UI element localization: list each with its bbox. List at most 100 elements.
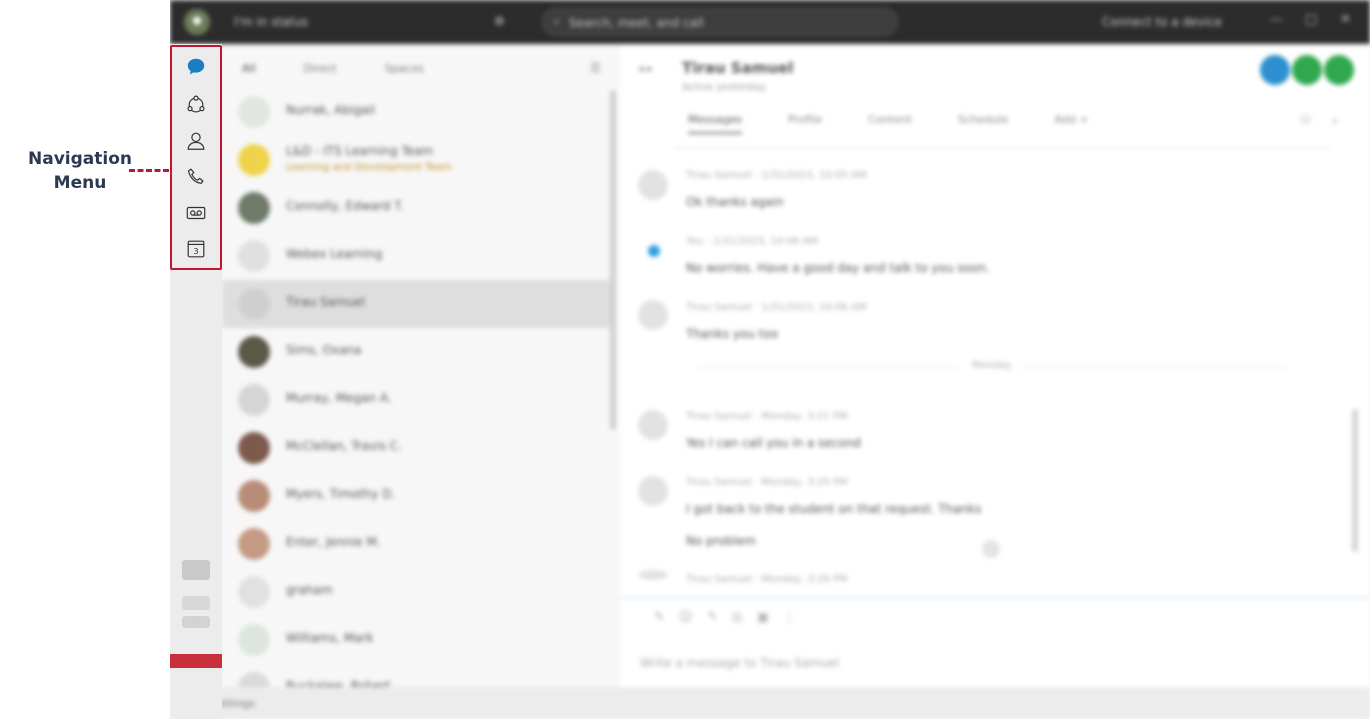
message-meta: Tirau Samuel · 1/31/2023, 10:06 AM xyxy=(686,302,867,313)
list-item[interactable]: Nurrak, Abigail xyxy=(222,88,614,136)
chat-subtitle: Active yesterday xyxy=(682,82,766,93)
avatar xyxy=(238,528,270,560)
annotation-area: Navigation Menu xyxy=(0,0,170,719)
call-button[interactable] xyxy=(1260,55,1290,85)
tab-add[interactable]: Add + xyxy=(1054,113,1088,134)
avatar xyxy=(238,288,270,320)
conversation-team: Learning and Development Team xyxy=(286,162,452,173)
annotation-label-line1: Navigation xyxy=(28,149,132,169)
conversation-name: Enter, Jennie M. xyxy=(286,535,381,549)
format-icon[interactable]: ✎ xyxy=(654,610,665,625)
avatar xyxy=(238,240,270,272)
close-icon[interactable]: ✕ xyxy=(1340,12,1351,27)
filter-icon[interactable]: ☰ xyxy=(590,61,601,75)
conversation-name: graham xyxy=(286,583,333,597)
avatar xyxy=(238,336,270,368)
list-item[interactable]: graham xyxy=(222,568,614,616)
chat-scrollbar[interactable] xyxy=(1352,409,1358,552)
conversation-list: All Direct Spaces ☰ Nurrak, Abigail L&D … xyxy=(222,44,620,704)
tab-messages[interactable]: Messages xyxy=(688,113,742,134)
avatar xyxy=(238,432,270,464)
gif-icon[interactable]: ◎ xyxy=(731,610,742,625)
compose-toolbar: ✎ ☺ ↰ ◎ ▣ ⋮ xyxy=(654,610,796,625)
more-icon[interactable]: ⋮ xyxy=(783,610,796,625)
title-bar: I'm in status ⊕ ⌕ Connect to a device — … xyxy=(170,0,1370,44)
conversation-name: Connolly, Edward T. xyxy=(286,199,404,213)
connect-device-link[interactable]: Connect to a device xyxy=(1102,15,1222,29)
list-item-selected[interactable]: Tirau Samuel xyxy=(222,280,614,328)
day-divider-left xyxy=(696,367,960,368)
day-divider-right xyxy=(1022,367,1288,368)
list-item[interactable]: Enter, Jennie M. xyxy=(222,520,614,568)
status-text[interactable]: I'm in status xyxy=(234,15,308,29)
alert-banner[interactable] xyxy=(170,654,222,668)
conversation-name: L&D - ITS Learning Team xyxy=(286,144,434,158)
avatar xyxy=(238,480,270,512)
tab-schedule[interactable]: Schedule xyxy=(958,113,1009,134)
tab-profile[interactable]: Profile xyxy=(788,113,822,134)
message-text: I got back to the student on that reques… xyxy=(686,502,982,516)
avatar xyxy=(238,192,270,224)
compose-icon[interactable]: ⊕ xyxy=(494,14,505,29)
minimize-icon[interactable]: — xyxy=(1270,12,1283,27)
list-item[interactable]: L&D - ITS Learning Team Learning and Dev… xyxy=(222,136,614,184)
apps-icon[interactable] xyxy=(182,560,210,580)
message-text: No worries. Have a good day and talk to … xyxy=(686,261,990,275)
filter-direct[interactable]: Direct xyxy=(304,62,337,75)
compose-divider xyxy=(620,597,1370,599)
profile-avatar[interactable] xyxy=(184,9,210,35)
screenshot-root: Navigation Menu I'm in status ⊕ ⌕ Connec… xyxy=(0,0,1370,719)
webex-app-window: I'm in status ⊕ ⌕ Connect to a device — … xyxy=(170,0,1370,719)
filter-spaces[interactable]: Spaces xyxy=(385,62,424,75)
back-arrow-icon[interactable]: ◂ ▸ xyxy=(638,62,653,75)
own-status-dot xyxy=(648,245,660,257)
message-input[interactable] xyxy=(640,653,1340,673)
avatar xyxy=(238,144,270,176)
list-filters: All Direct Spaces xyxy=(242,62,424,75)
footer-bar: Call Settings xyxy=(170,687,1370,719)
navigation-menu-annotation: Navigation Menu xyxy=(20,147,140,195)
message-meta: Tirau Samuel · Monday, 3:25 PM xyxy=(686,477,848,488)
filter-all[interactable]: All xyxy=(242,62,256,75)
attach-icon[interactable]: ▣ xyxy=(757,610,769,625)
message-text: Thanks you too xyxy=(686,327,779,341)
help-icon[interactable] xyxy=(182,596,210,610)
maximize-icon[interactable]: □ xyxy=(1305,12,1317,27)
conversation-name: McClellan, Travis C. xyxy=(286,439,402,453)
list-item[interactable]: Sims, Oxana xyxy=(222,328,614,376)
tab-divider xyxy=(674,147,1330,148)
chat-title: Tirau Samuel xyxy=(682,59,794,77)
list-scrollbar[interactable] xyxy=(610,90,616,430)
list-item[interactable]: Myers, Timothy D. xyxy=(222,472,614,520)
avatar xyxy=(638,300,668,330)
list-item[interactable]: Williams, Mark xyxy=(222,616,614,664)
message-text: Yes I can call you in a second xyxy=(686,436,861,450)
avatar xyxy=(638,476,668,506)
message-meta: Tirau Samuel · 1/31/2023, 10:05 AM xyxy=(686,170,867,181)
list-item[interactable]: Connolly, Edward T. xyxy=(222,184,614,232)
reaction-icon[interactable] xyxy=(982,540,1000,558)
list-item[interactable]: Webex Learning xyxy=(222,232,614,280)
meet-button[interactable] xyxy=(1324,55,1354,85)
search-icon: ⌕ xyxy=(553,14,561,29)
annotation-dashed-connector xyxy=(129,169,169,172)
emoji-icon[interactable]: ☺ xyxy=(679,610,693,625)
list-item[interactable]: Murray, Megan A. xyxy=(222,376,614,424)
message-meta: Tirau Samuel · Monday, 3:26 PM xyxy=(686,574,848,585)
search-input[interactable] xyxy=(569,14,869,32)
conversation-name: Webex Learning xyxy=(286,247,383,261)
people-icon[interactable]: ⚇ xyxy=(1300,113,1311,127)
list-item[interactable]: McClellan, Travis C. xyxy=(222,424,614,472)
video-button[interactable] xyxy=(1292,55,1322,85)
message-meta: Tirau Samuel · Monday, 3:21 PM xyxy=(686,411,848,422)
avatar xyxy=(238,96,270,128)
conversation-name: Sims, Oxana xyxy=(286,343,362,357)
tab-content[interactable]: Content xyxy=(868,113,912,134)
mention-icon[interactable]: ↰ xyxy=(706,610,717,625)
avatar xyxy=(638,570,668,580)
settings-icon[interactable] xyxy=(182,616,210,628)
conversation-name: Murray, Megan A. xyxy=(286,391,392,405)
chat-search-icon[interactable]: ⌕ xyxy=(1332,113,1339,128)
search-box[interactable]: ⌕ xyxy=(542,8,898,36)
message-text: No problem xyxy=(686,534,756,548)
